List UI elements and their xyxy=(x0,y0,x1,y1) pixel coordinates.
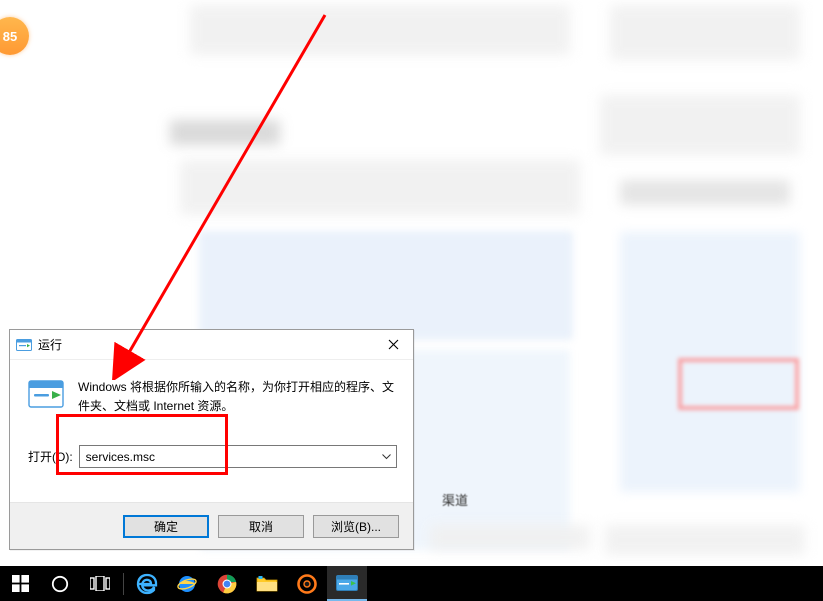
browse-button[interactable]: 浏览(B)... xyxy=(313,515,399,538)
blurred-content xyxy=(600,95,800,155)
open-label: 打开(O): xyxy=(28,448,73,465)
cortana-button[interactable] xyxy=(40,566,80,601)
task-view-icon xyxy=(90,576,110,591)
blurred-label: 渠道 xyxy=(442,490,468,509)
blurred-content xyxy=(190,5,570,55)
cortana-circle-icon xyxy=(51,575,69,593)
taskbar-app-chrome[interactable] xyxy=(207,566,247,601)
app-light-icon xyxy=(336,575,358,591)
badge-value: 85 xyxy=(3,29,17,44)
taskbar-app-edge[interactable] xyxy=(127,566,167,601)
run-dialog: 运行 Windows 将根据你所输入的名称，为你打开相应的程序、文件夹、文档或 … xyxy=(9,329,414,550)
blurred-content xyxy=(200,232,572,339)
run-dialog-description: Windows 将根据你所输入的名称，为你打开相应的程序、文件夹、文档或 Int… xyxy=(78,378,397,415)
app-orange-icon xyxy=(297,574,317,594)
edge-icon xyxy=(136,573,158,595)
run-dialog-buttons: 确定 取消 浏览(B)... xyxy=(10,502,413,549)
taskbar-app-orange[interactable] xyxy=(287,566,327,601)
blurred-content xyxy=(170,120,280,145)
task-view-button[interactable] xyxy=(80,566,120,601)
open-combobox[interactable] xyxy=(79,445,397,468)
taskbar xyxy=(0,566,823,601)
ie-icon xyxy=(176,573,198,595)
chevron-down-icon[interactable] xyxy=(378,448,394,465)
close-icon xyxy=(388,339,399,350)
run-dialog-title: 运行 xyxy=(38,336,62,353)
start-button[interactable] xyxy=(0,566,40,601)
blurred-content xyxy=(430,525,590,550)
badge-overlay: 85 xyxy=(0,17,29,55)
chrome-icon xyxy=(217,574,237,594)
run-dialog-titlebar: 运行 xyxy=(10,330,413,360)
close-button[interactable] xyxy=(373,330,413,359)
ok-button[interactable]: 确定 xyxy=(123,515,209,538)
blurred-content xyxy=(605,525,805,555)
taskbar-app-active[interactable] xyxy=(327,566,367,601)
taskbar-separator xyxy=(123,573,124,595)
taskbar-app-ie[interactable] xyxy=(167,566,207,601)
cancel-button[interactable]: 取消 xyxy=(218,515,304,538)
blurred-highlight xyxy=(678,358,799,410)
run-icon xyxy=(16,339,32,351)
run-icon xyxy=(28,380,64,412)
file-explorer-icon xyxy=(256,575,278,593)
blurred-content xyxy=(620,180,790,205)
taskbar-app-file-explorer[interactable] xyxy=(247,566,287,601)
open-input[interactable] xyxy=(79,445,397,468)
blurred-content xyxy=(180,160,580,215)
windows-start-icon xyxy=(12,575,29,592)
blurred-content xyxy=(610,5,800,60)
